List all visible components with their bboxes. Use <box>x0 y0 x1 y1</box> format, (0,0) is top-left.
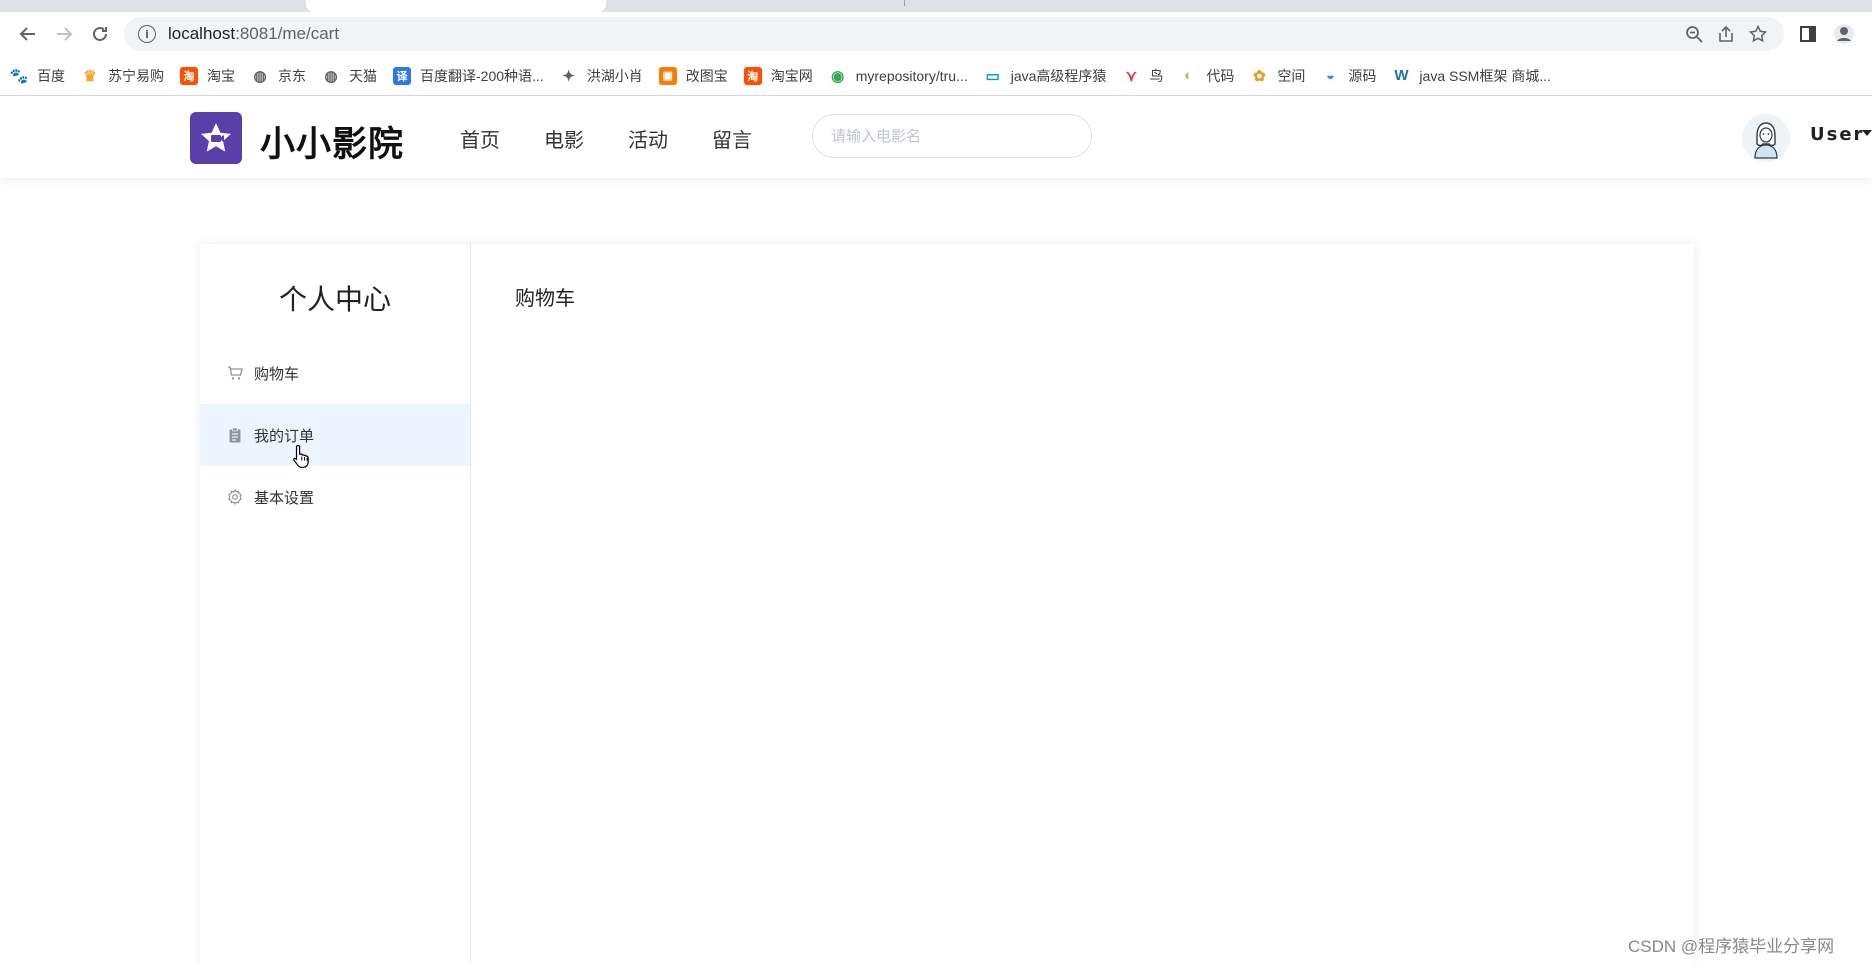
leaf-icon: ◐ <box>1183 67 1193 84</box>
bookmark-label: 鸟 <box>1149 67 1164 84</box>
sidebar-item-label: 购物车 <box>254 364 300 383</box>
main-content: 购物车 <box>471 244 1694 964</box>
translate-icon: 译 <box>393 66 411 85</box>
clipboard-icon <box>226 426 244 444</box>
sidebar-title: 个人中心 <box>278 283 391 316</box>
bookmark-item[interactable]: ◒ 源码 <box>1321 66 1377 86</box>
url-text[interactable]: localhost:8081/me/cart <box>168 24 1678 44</box>
suning-lion-icon: ♛ <box>83 67 97 85</box>
nav-events[interactable]: 活动 <box>628 124 668 153</box>
bookmark-label: 百度 <box>37 67 65 84</box>
bookmark-label: 代码 <box>1206 67 1235 84</box>
bookmark-label: 空间 <box>1277 67 1306 84</box>
browser-toolbar: i localhost:8081/me/cart <box>0 12 1872 56</box>
side-panel-icon[interactable] <box>1790 16 1826 52</box>
sidebar-item-label: 基本设置 <box>254 488 315 507</box>
bookmark-item[interactable]: 淘淘宝网 <box>743 66 813 86</box>
personal-center-panel: 个人中心 购物车 我的订单 基本设置 购物车 <box>200 244 1694 964</box>
watermark: CSDN @程序猿毕业分享网 <box>1628 937 1835 956</box>
bird-icon: ✦ <box>562 67 575 85</box>
user-menu-name[interactable]: User <box>1810 124 1864 145</box>
site-logo[interactable] <box>190 112 242 164</box>
bookmark-item[interactable]: ⋎ 鸟 <box>1122 66 1164 86</box>
sidebar-item-orders[interactable]: 我的订单 <box>200 404 470 466</box>
nav-messages[interactable]: 留言 <box>712 124 752 153</box>
bookmark-item[interactable]: ✦ 洪湖小肖 <box>560 66 643 86</box>
wordpress-icon: W <box>1394 67 1409 84</box>
globe-icon: ◍ <box>253 67 267 85</box>
bookmark-label: 淘宝 <box>207 67 235 84</box>
bookmark-label: 淘宝网 <box>770 67 813 84</box>
bilibili-icon: ▭ <box>985 67 1000 85</box>
bookmark-item[interactable]: ◐ 代码 <box>1179 66 1235 86</box>
gaitubao-icon: ▣ <box>658 66 677 85</box>
sidebar: 个人中心 购物车 我的订单 基本设置 <box>200 244 471 964</box>
bookmark-item[interactable]: ▭ java高级程序猿 <box>984 66 1107 86</box>
page-title: 购物车 <box>515 286 575 310</box>
reload-icon[interactable] <box>82 16 118 52</box>
url-host: localhost <box>168 24 236 43</box>
red-bird-icon: ⋎ <box>1125 67 1137 85</box>
bookmark-item[interactable]: ◉ myrepository/tru... <box>829 67 968 85</box>
nav-home[interactable]: 首页 <box>460 124 500 153</box>
site-name[interactable]: 小小影院 <box>260 116 404 167</box>
chevron-down-icon[interactable] <box>1862 130 1872 136</box>
sidebar-menu: 购物车 我的订单 基本设置 <box>200 342 470 528</box>
gear-icon <box>226 488 244 506</box>
bookmark-item[interactable]: ♛ 苏宁易购 <box>81 66 164 86</box>
bookmark-item[interactable]: ◍ 京东 <box>251 66 306 86</box>
sidebar-item-label: 我的订单 <box>254 426 315 445</box>
bookmark-label: 天猫 <box>349 67 377 84</box>
address-bar[interactable]: i localhost:8081/me/cart <box>124 17 1784 51</box>
bookmark-item[interactable]: Wjava SSM框架 商城... <box>1392 66 1551 86</box>
bookmark-label: java SSM框架 商城... <box>1419 67 1551 84</box>
baidu-paw-icon: 🐾 <box>9 67 29 85</box>
movie-search-input[interactable] <box>812 114 1092 158</box>
qzone-icon: ✿ <box>1253 67 1266 85</box>
globe-icon: ◍ <box>324 67 338 85</box>
taobao-icon: 淘 <box>743 66 762 85</box>
bookmark-label: 洪湖小肖 <box>586 67 643 84</box>
active-tab[interactable] <box>306 0 606 12</box>
sidebar-item-settings[interactable]: 基本设置 <box>200 466 470 528</box>
bookmark-label: 苏宁易购 <box>108 67 164 84</box>
bookmarks-bar: 🐾 百度 ♛ 苏宁易购淘淘宝 ◍ 京东 ◍ 天猫译百度翻译-200种语... ✦ 洪湖小肖 ▣ 改图宝… <box>0 56 1872 96</box>
zoom-icon[interactable] <box>1678 18 1710 50</box>
nav-movies[interactable]: 电影 <box>544 124 584 153</box>
bookmark-label: 源码 <box>1348 67 1377 84</box>
bookmark-item[interactable]: ◍ 天猫 <box>322 66 377 86</box>
profile-icon[interactable] <box>1826 16 1862 52</box>
browser-tabstrip <box>0 0 1872 12</box>
share-icon[interactable] <box>1710 18 1742 50</box>
forward-icon[interactable] <box>46 16 82 52</box>
bookmark-label: 改图宝 <box>685 67 728 84</box>
bookmark-item[interactable]: ▣ 改图宝 <box>658 66 728 86</box>
tab-separator <box>904 0 905 6</box>
back-icon[interactable] <box>10 16 46 52</box>
bookmark-item[interactable]: ✿ 空间 <box>1250 66 1305 86</box>
url-path: :8081/me/cart <box>235 24 340 43</box>
bookmark-label: myrepository/tru... <box>855 67 968 84</box>
bookmark-item[interactable]: 🐾 百度 <box>10 66 65 86</box>
bookmark-item[interactable]: 译百度翻译-200种语... <box>393 66 544 86</box>
site-header: 小小影院 首页 电影 活动 留言 User <box>0 96 1872 178</box>
taobao-icon: 淘 <box>180 66 198 85</box>
site-info-icon[interactable]: i <box>138 25 156 43</box>
sidebar-item-cart[interactable]: 购物车 <box>200 342 470 404</box>
chrome-icon: ◉ <box>831 67 845 85</box>
hand-pointer-cursor-icon <box>292 444 312 472</box>
avatar[interactable] <box>1742 114 1790 162</box>
docker-whale-icon: ◒ <box>1325 67 1335 84</box>
main-nav: 首页 电影 活动 留言 <box>460 124 796 153</box>
cart-icon <box>226 364 244 382</box>
bookmark-star-icon[interactable] <box>1742 18 1774 50</box>
bookmark-label: java高级程序猿 <box>1010 67 1107 84</box>
bookmark-label: 京东 <box>278 67 306 84</box>
bookmark-label: 百度翻译-200种语... <box>420 67 544 84</box>
bookmark-item[interactable]: 淘淘宝 <box>180 66 235 86</box>
